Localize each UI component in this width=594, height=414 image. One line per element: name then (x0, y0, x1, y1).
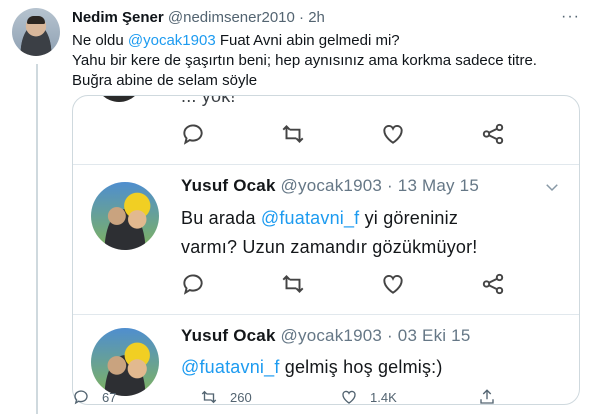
nested-tweet-body: @fuatavni_f gelmiş hoş gelmiş:) (181, 353, 571, 382)
nested-body-line-2: varmı? Uzun zamandır gözükmüyor! (181, 237, 478, 257)
retweet-icon (282, 275, 304, 293)
nested-body-part: gelmiş hoş gelmiş:) (279, 357, 443, 377)
separator (73, 314, 579, 315)
tweet-text-part: Fuat Avni abin gelmedi mi? (215, 32, 400, 49)
tweet-header: Nedim Şener @nedimsener2010 · 2h (72, 9, 325, 26)
author-handle[interactable]: @nedimsener2010 (168, 9, 295, 26)
nested-dot: · (386, 326, 393, 345)
mention-link[interactable]: @yocak1903 (128, 32, 216, 49)
reply-icon (74, 390, 88, 405)
nested-date: 03 Eki 15 (397, 326, 471, 345)
share-button[interactable] (478, 388, 508, 406)
nested-mention: @fuatavni_f (260, 208, 360, 228)
more-icon[interactable]: ··· (561, 8, 580, 26)
chevron-down-icon (546, 184, 558, 192)
retweet-count: 260 (230, 389, 252, 405)
thread-line (36, 64, 38, 414)
nested-body-line-1: @fuatavni_f gelmiş hoş gelmiş:) (181, 353, 571, 382)
nested-avatar (91, 182, 159, 250)
reply-count: 67 (102, 389, 117, 405)
nested-tweet-body: Bu arada @fuatavni_f yi göreniniz varmı?… (181, 204, 571, 262)
tweet-text: Ne oldu @yocak1903 Fuat Avni abin gelmed… (72, 31, 572, 91)
tweet-time[interactable]: 2h (308, 9, 325, 26)
header-separator: · (299, 9, 305, 26)
like-icon (383, 125, 403, 144)
like-icon (342, 390, 356, 404)
nested-author-name: Yusuf Ocak (181, 326, 276, 345)
nested-dot: · (386, 176, 393, 195)
tweet-action-bar: 67 260 1.4K (72, 388, 512, 414)
screenshot-content: ... yok! Yusuf Ocak @yocak1903 · 13 May … (73, 96, 579, 404)
separator (73, 164, 579, 165)
avatar-hair (27, 16, 45, 24)
author-avatar[interactable] (12, 8, 60, 56)
nested-body-line-1: Bu arada @fuatavni_f yi göreniniz (181, 204, 571, 233)
share-icon (482, 123, 504, 145)
reply-icon (183, 274, 203, 295)
nested-author-handle: @yocak1903 (280, 326, 383, 345)
retweet-icon (201, 390, 217, 404)
nested-author-name: Yusuf Ocak (181, 176, 276, 195)
nested-date: 13 May 15 (397, 176, 479, 195)
nested-body-part: Bu arada (181, 208, 261, 228)
retweet-button[interactable]: 260 (200, 388, 252, 406)
like-count: 1.4K (370, 389, 397, 405)
share-icon (480, 389, 494, 404)
nested-avatar (91, 328, 159, 396)
nested-mention: @fuatavni_f (181, 357, 280, 377)
tweet-line-2: Yahu bir kere de şaşırtın beni; hep aynı… (72, 52, 537, 69)
retweet-icon (282, 125, 304, 143)
nested-tweet-header: Yusuf Ocak @yocak1903 · 03 Eki 15 (181, 326, 470, 346)
tweet-line-3: Buğra abine de selam söyle (72, 72, 258, 89)
reply-icon (183, 124, 203, 145)
like-button[interactable]: 1.4K (340, 388, 397, 406)
share-icon (482, 273, 504, 295)
author-name[interactable]: Nedim Şener (72, 9, 164, 26)
tweet-text-part: Ne oldu (72, 32, 128, 49)
reply-button[interactable]: 67 (72, 388, 116, 406)
nested-tweet-header: Yusuf Ocak @yocak1903 · 13 May 15 (181, 176, 479, 196)
nested-body-part: yi göreniniz (359, 208, 459, 228)
cropped-avatar (95, 96, 143, 102)
tweet-line-1: Ne oldu @yocak1903 Fuat Avni abin gelmed… (72, 31, 572, 51)
attached-screenshot[interactable]: ... yok! Yusuf Ocak @yocak1903 · 13 May … (72, 95, 580, 405)
nested-author-handle: @yocak1903 (280, 176, 383, 195)
cropped-tweet-text: ... yok! (181, 95, 236, 106)
like-icon (383, 275, 403, 294)
